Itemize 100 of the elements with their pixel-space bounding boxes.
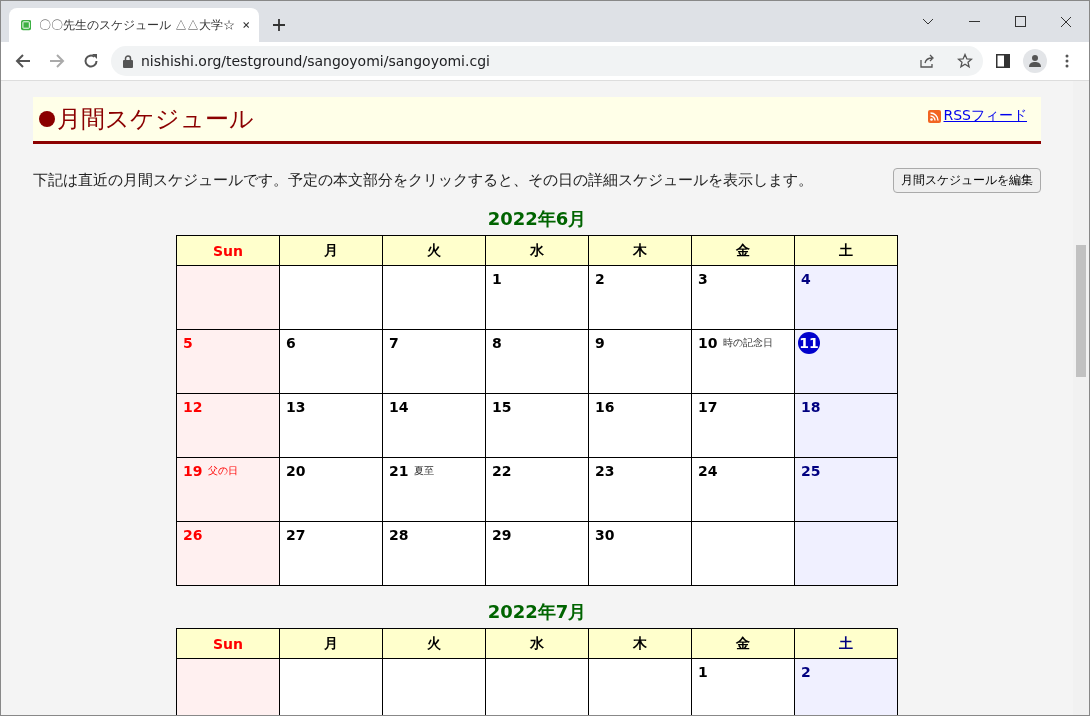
day-number: 4 [800, 271, 811, 287]
weekday-header: 土 [794, 235, 898, 266]
minimize-icon[interactable] [968, 20, 980, 23]
day-number: 29 [491, 527, 512, 543]
side-panel-icon[interactable] [996, 54, 1010, 68]
day-cell[interactable]: 29 [485, 521, 589, 586]
day-cell[interactable]: 8 [485, 329, 589, 394]
day-number: 1 [697, 664, 708, 680]
rss-link[interactable]: RSSフィード [943, 107, 1027, 125]
holiday-note: 父の日 [208, 464, 239, 478]
day-cell[interactable]: 25 [794, 457, 898, 522]
url-text: nishishi.org/testground/sangoyomi/sangoyomi.cgi [141, 53, 491, 69]
day-cell[interactable]: 24 [691, 457, 795, 522]
day-number: 18 [800, 399, 821, 415]
weekday-header: 木 [588, 235, 692, 266]
day-number: 7 [388, 335, 399, 351]
weekday-header: 月 [279, 628, 383, 659]
day-number: 10 [697, 335, 718, 351]
reload-icon[interactable] [83, 53, 99, 69]
day-number: 9 [594, 335, 605, 351]
day-cell[interactable]: 16 [588, 393, 692, 458]
day-cell[interactable]: 7 [382, 329, 486, 394]
rss-icon [928, 109, 942, 123]
day-cell[interactable]: 20 [279, 457, 383, 522]
day-cell[interactable]: 22 [485, 457, 589, 522]
day-cell[interactable]: 28 [382, 521, 486, 586]
day-number: 8 [491, 335, 502, 351]
site-favicon [21, 17, 32, 33]
day-cell[interactable]: 13 [279, 393, 383, 458]
weekday-header: 金 [691, 628, 795, 659]
day-cell[interactable]: 21 夏至 [382, 457, 486, 522]
weekday-header: 火 [382, 235, 486, 266]
day-number: 3 [697, 271, 708, 287]
day-number: 5 [182, 335, 193, 351]
day-cell[interactable]: 3 [691, 265, 795, 330]
edit-schedule-button[interactable]: 月間スケジュールを編集 [893, 168, 1041, 193]
description-text: 下記は直近の月間スケジュールです。予定の本文部分をクリックすると、その日の詳細スケジュールを表示します。 [33, 171, 814, 190]
day-cell[interactable]: 2 [588, 265, 692, 330]
day-number: 1 [491, 271, 502, 287]
star-icon[interactable] [957, 53, 973, 69]
weekday-header: 水 [485, 628, 589, 659]
address-bar[interactable]: nishishi.org/testground/sangoyomi/sangoyomi.cgi [111, 46, 983, 76]
day-cell[interactable]: 4 [794, 265, 898, 330]
day-number: 16 [594, 399, 615, 415]
browser-tab[interactable]: 〇〇先生のスケジュール △△大学☆ [9, 8, 259, 42]
weekday-header: 月 [279, 235, 383, 266]
day-number: 6 [285, 335, 296, 351]
day-number: 28 [388, 527, 409, 543]
lock-icon [123, 54, 133, 68]
day-cell[interactable]: 2 [794, 658, 898, 715]
day-cell[interactable]: 30 [588, 521, 692, 586]
day-number: 24 [697, 463, 718, 479]
day-cell[interactable]: 1 [691, 658, 795, 715]
day-cell[interactable]: 5 [176, 329, 280, 394]
day-number: 13 [285, 399, 306, 415]
day-cell[interactable]: 17 [691, 393, 795, 458]
maximize-icon[interactable] [1014, 16, 1026, 27]
day-number: 17 [697, 399, 718, 415]
person-icon[interactable] [1028, 54, 1042, 68]
holiday-note: 時の記念日 [723, 336, 774, 350]
day-cell[interactable]: 12 [176, 393, 280, 458]
day-number: 15 [491, 399, 512, 415]
day-cell[interactable]: 9 [588, 329, 692, 394]
today-marker: 11 [798, 332, 820, 354]
profile-button[interactable] [1023, 49, 1047, 73]
arrow-left-icon[interactable] [15, 53, 31, 69]
day-number: 12 [182, 399, 203, 415]
day-number: 19 [182, 463, 203, 479]
day-cell[interactable]: 26 [176, 521, 280, 586]
plus-icon[interactable] [272, 18, 286, 32]
weekday-header: 火 [382, 628, 486, 659]
day-number: 2 [594, 271, 605, 287]
day-cell[interactable]: 6 [279, 329, 383, 394]
day-number: 27 [285, 527, 306, 543]
share-icon[interactable] [919, 53, 935, 69]
month-title: 2022年6月 [487, 207, 587, 231]
weekday-header: 金 [691, 235, 795, 266]
close-icon[interactable] [242, 20, 249, 30]
day-number: 21 [388, 463, 409, 479]
day-number: 25 [800, 463, 821, 479]
day-number: 22 [491, 463, 512, 479]
holiday-note: 夏至 [414, 464, 435, 478]
day-number: 30 [594, 527, 615, 543]
day-cell[interactable]: 23 [588, 457, 692, 522]
menu-icon[interactable] [1065, 54, 1069, 68]
day-cell[interactable]: 19 父の日 [176, 457, 280, 522]
close-icon[interactable] [1060, 15, 1072, 28]
day-cell[interactable]: 27 [279, 521, 383, 586]
weekday-header: 水 [485, 235, 589, 266]
day-cell[interactable]: 15 [485, 393, 589, 458]
day-cell[interactable]: 18 [794, 393, 898, 458]
day-number: 2 [800, 664, 811, 680]
day-number: 14 [388, 399, 409, 415]
day-cell[interactable]: 1 [485, 265, 589, 330]
day-cell[interactable]: 10 時の記念日 [691, 329, 795, 394]
weekday-header: Sun [176, 235, 280, 266]
page-heading: 月間スケジュール [39, 103, 254, 135]
day-cell[interactable]: 11 [794, 329, 898, 394]
weekday-header: Sun [176, 628, 280, 659]
day-cell[interactable]: 14 [382, 393, 486, 458]
